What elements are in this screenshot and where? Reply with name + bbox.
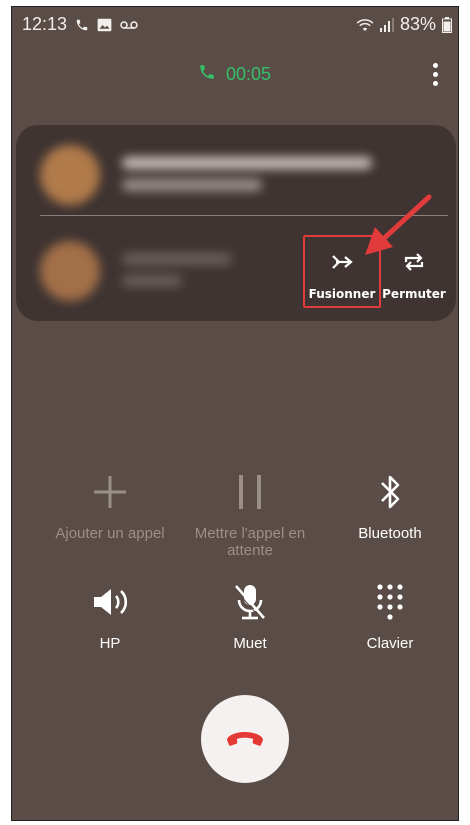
keypad-button[interactable]: Clavier	[320, 579, 458, 652]
mic-off-icon	[180, 579, 320, 625]
speaker-button[interactable]: HP	[40, 579, 180, 652]
status-bar: 12:13 83%	[12, 7, 458, 41]
more-options-icon[interactable]	[430, 63, 440, 89]
battery-icon	[442, 16, 452, 33]
voicemail-icon	[120, 20, 138, 30]
call-header: 00:05	[12, 59, 458, 99]
hold-label: Mettre l'appel en attente	[194, 525, 306, 559]
add-call-button[interactable]: Ajouter un appel	[40, 469, 180, 542]
wifi-icon	[356, 17, 374, 33]
call-phone-icon	[198, 63, 216, 86]
bluetooth-button[interactable]: Bluetooth	[320, 469, 458, 542]
mute-label: Muet	[233, 635, 267, 652]
add-call-label: Ajouter un appel	[55, 525, 165, 542]
image-icon	[97, 18, 112, 32]
call-duration: 00:05	[226, 64, 272, 84]
caller-2-avatar	[40, 241, 100, 301]
phone-icon	[75, 18, 89, 32]
bluetooth-label: Bluetooth	[358, 525, 422, 542]
phone-screen: 12:13 83% 00:05 Fusionner Permuter Ajout…	[11, 6, 459, 821]
dialpad-icon	[320, 579, 458, 625]
swap-label: Permuter	[382, 287, 446, 301]
speaker-icon	[40, 579, 180, 625]
plus-icon	[40, 469, 180, 515]
battery-percent: 83%	[399, 14, 436, 34]
mute-button[interactable]: Muet	[180, 579, 320, 652]
caller-1-avatar	[40, 145, 100, 205]
speaker-label: HP	[99, 635, 121, 652]
annotation-arrow-icon	[357, 191, 437, 266]
call-timer: 00:05	[198, 63, 271, 86]
signal-icon	[379, 17, 394, 32]
hold-button[interactable]: Mettre l'appel en attente	[180, 469, 320, 559]
phone-hangup-icon	[224, 727, 266, 752]
keypad-label: Clavier	[366, 635, 414, 652]
pause-icon	[180, 469, 320, 515]
end-call-button[interactable]	[201, 695, 289, 783]
status-time: 12:13	[22, 14, 68, 34]
bluetooth-icon	[320, 469, 458, 515]
